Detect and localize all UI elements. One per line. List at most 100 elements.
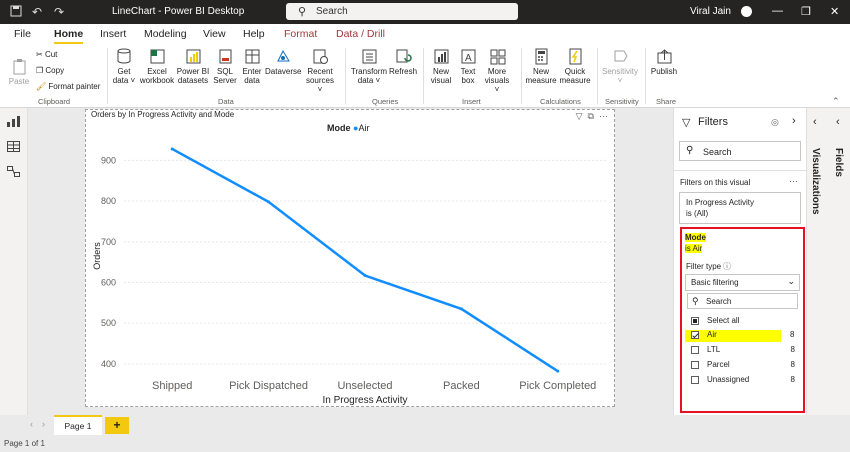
add-page-button[interactable]: + <box>105 417 129 434</box>
group-label-insert: Insert <box>462 97 481 106</box>
chevron-left-icon[interactable]: ‹ <box>836 116 840 128</box>
eye-icon[interactable]: ◎ <box>771 117 779 128</box>
filter-type-dropdown[interactable]: Basic filtering ⌄ <box>685 274 800 291</box>
x-tick-label: Shipped <box>152 380 192 392</box>
ltl-checkbox[interactable] <box>691 345 699 354</box>
avatar[interactable] <box>741 6 752 17</box>
visualizations-pane-tab[interactable]: Visualizations <box>810 148 821 215</box>
filter-card-value: is Air <box>685 244 703 253</box>
fields-pane-tab[interactable]: Fields <box>833 148 844 177</box>
side-panes: ‹ ‹ Visualizations Fields <box>806 108 850 415</box>
get-data-button[interactable]: Get data ˅ <box>111 48 137 85</box>
global-search[interactable]: ⚲ Search <box>286 3 518 20</box>
transform-label-2: data ˅ <box>357 76 381 85</box>
report-view-icon[interactable] <box>7 116 20 127</box>
publish-icon <box>657 49 671 64</box>
filters-search-input[interactable]: ⚲ Search <box>679 141 801 161</box>
list-item[interactable]: LTL 8 <box>691 345 801 354</box>
cut-button[interactable]: ✂ Cut <box>36 50 57 59</box>
group-label-sensitivity: Sensitivity <box>605 97 639 106</box>
new-measure-button[interactable]: New measure <box>525 48 557 85</box>
sensitivity-button[interactable]: Sensitivity ˅ <box>601 48 639 85</box>
copy-button[interactable]: ❐ Copy <box>36 66 64 75</box>
power-bi-datasets-button[interactable]: Power BI datasets <box>176 48 210 85</box>
air-checkbox[interactable] <box>691 330 699 339</box>
tab-help[interactable]: Help <box>243 28 265 40</box>
filter-card-value: is (All) <box>686 209 709 218</box>
tab-modeling[interactable]: Modeling <box>144 28 187 40</box>
chevron-down-icon: ⌄ <box>787 276 795 286</box>
chevron-left-icon[interactable]: ‹ <box>813 116 817 128</box>
undo-icon[interactable]: ↶ <box>32 5 42 19</box>
tab-file[interactable]: File <box>14 28 31 40</box>
dataverse-button[interactable]: Dataverse <box>265 48 301 76</box>
unassigned-checkbox[interactable] <box>691 375 699 384</box>
search-icon: ⚲ <box>686 145 694 156</box>
y-tick-label: 700 <box>101 237 116 247</box>
quick-measure-button[interactable]: Quick measure <box>559 48 591 85</box>
recent-sources-icon <box>313 49 328 64</box>
transform-data-button[interactable]: Transform data ˅ <box>350 48 388 85</box>
filter-card-in-progress-activity[interactable]: In Progress Activity is (All) <box>679 192 801 224</box>
data-view-icon[interactable] <box>7 141 20 152</box>
tab-format[interactable]: Format <box>284 28 317 40</box>
copy-icon: ❐ <box>36 66 44 75</box>
recent-sources-button[interactable]: Recent sources ˅ <box>303 48 337 94</box>
filters-title: Filters <box>698 116 728 128</box>
prev-page-icon[interactable]: ‹ <box>30 419 33 429</box>
y-tick-label: 400 <box>101 359 116 369</box>
tab-insert[interactable]: Insert <box>100 28 126 40</box>
user-name[interactable]: Viral Jain <box>690 6 731 17</box>
redo-icon[interactable]: ↷ <box>54 5 64 19</box>
filter-card-mode[interactable]: Mode is Air Filter type ⓘ Basic filterin… <box>680 227 805 413</box>
chart-icon <box>434 49 448 64</box>
text-box-button[interactable]: A Text box <box>456 48 480 85</box>
page-tabs-bar: ‹ › Page 1 + <box>0 415 850 436</box>
chevron-right-icon[interactable]: › <box>792 115 796 127</box>
section-more-icon[interactable]: ⋯ <box>789 176 798 187</box>
table-icon <box>245 49 259 64</box>
enter-data-label-2: data <box>244 76 260 85</box>
y-tick-label: 900 <box>101 155 116 165</box>
select-all-row[interactable]: Select all <box>691 316 801 325</box>
format-painter-button[interactable]: 🖌 Format painter <box>36 82 100 91</box>
text-box-icon: A <box>461 49 475 64</box>
data-point <box>556 369 560 373</box>
sql-label-1: SQL <box>216 67 233 76</box>
list-item[interactable]: Parcel 8 <box>691 360 801 369</box>
next-page-icon[interactable]: › <box>42 419 45 429</box>
dataverse-icon <box>276 49 290 62</box>
select-all-checkbox[interactable] <box>691 316 699 325</box>
database-icon <box>117 48 130 64</box>
enter-data-button[interactable]: Enter data <box>240 48 264 85</box>
tab-data-drill[interactable]: Data / Drill <box>336 28 385 40</box>
tab-view[interactable]: View <box>203 28 226 40</box>
scissors-icon: ✂ <box>36 50 43 59</box>
refresh-icon <box>396 49 412 63</box>
filter-values-search-input[interactable]: ⚲ Search <box>687 293 798 309</box>
x-tick-label: Pick Dispatched <box>229 380 308 392</box>
list-item[interactable]: Air <box>685 330 781 342</box>
list-item[interactable]: Unassigned 8 <box>691 375 801 384</box>
model-view-icon[interactable] <box>7 166 20 177</box>
page-tab[interactable]: Page 1 <box>54 415 102 435</box>
excel-workbook-button[interactable]: Excel workbook <box>139 48 175 85</box>
transform-icon <box>362 49 376 64</box>
parcel-checkbox[interactable] <box>691 360 699 369</box>
sql-server-button[interactable]: SQL Server <box>212 48 238 85</box>
minimize-icon[interactable]: — <box>772 5 783 17</box>
new-visual-button[interactable]: New visual <box>428 48 454 85</box>
collapse-ribbon-icon[interactable]: ⌃ <box>832 96 840 107</box>
save-icon[interactable] <box>10 5 22 20</box>
divider <box>674 170 807 171</box>
paste-button[interactable]: Paste <box>7 58 31 86</box>
select-all-label: Select all <box>707 316 740 325</box>
restore-icon[interactable]: ❐ <box>801 5 811 18</box>
line-chart-visual[interactable]: Orders by In Progress Activity and Mode … <box>85 109 615 407</box>
more-visuals-button[interactable]: More visuals ˅ <box>482 48 512 94</box>
close-icon[interactable]: ✕ <box>830 5 839 18</box>
list-item-label: Unassigned <box>707 375 750 384</box>
refresh-button[interactable]: Refresh <box>389 48 417 76</box>
publish-button[interactable]: Publish <box>649 48 679 76</box>
tab-home[interactable]: Home <box>54 28 84 44</box>
